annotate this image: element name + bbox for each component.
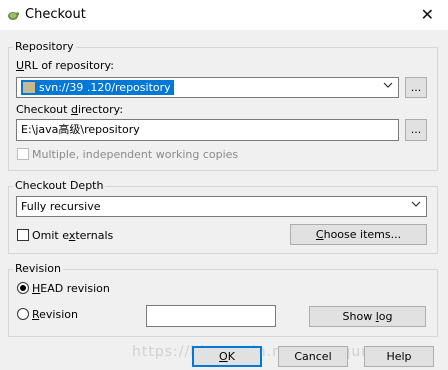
choose-items-button[interactable]: Choose items... <box>290 224 427 245</box>
tortoisesvn-icon <box>8 12 20 20</box>
checkout-dir-input[interactable]: E:\java高级\repository <box>16 119 399 141</box>
omit-externals-checkbox[interactable] <box>17 229 29 241</box>
url-browse-button[interactable]: ... <box>405 77 427 98</box>
revision-radio[interactable] <box>17 308 29 320</box>
revision-label: Revision <box>32 308 78 321</box>
checkout-dir-label: Checkout directory: <box>16 103 124 116</box>
ok-button[interactable]: OK <box>192 346 262 367</box>
close-icon[interactable]: ✕ <box>421 5 434 24</box>
url-label: URL of repository: <box>16 59 114 72</box>
window-title: Checkout <box>25 7 86 22</box>
cancel-button[interactable]: Cancel <box>278 346 348 367</box>
multiple-copies-checkbox[interactable] <box>17 148 29 160</box>
depth-combobox[interactable]: Fully recursive <box>16 196 427 217</box>
head-revision-radio[interactable] <box>17 282 29 294</box>
chevron-down-icon[interactable] <box>383 82 393 88</box>
checkout-depth-label: Checkout Depth <box>13 179 106 192</box>
head-revision-label: HEAD revision <box>32 282 110 295</box>
url-selected-text: svn://39 .120/repository <box>21 80 174 95</box>
omit-externals-label: Omit externals <box>32 229 114 242</box>
url-combobox[interactable]: svn://39 .120/repository <box>16 77 399 98</box>
title-bar: Checkout ✕ <box>0 0 448 30</box>
url-history-icon <box>23 82 35 93</box>
repository-group-label: Repository <box>13 40 76 53</box>
help-button[interactable]: Help <box>364 346 434 367</box>
chevron-down-icon[interactable] <box>411 201 421 207</box>
revision-input[interactable] <box>146 305 276 327</box>
multiple-copies-label: Multiple, independent working copies <box>32 148 239 161</box>
show-log-button[interactable]: Show log <box>309 306 426 327</box>
revision-group-label: Revision <box>13 262 63 275</box>
checkout-dir-browse-button[interactable]: ... <box>405 119 427 141</box>
depth-value: Fully recursive <box>21 200 101 213</box>
